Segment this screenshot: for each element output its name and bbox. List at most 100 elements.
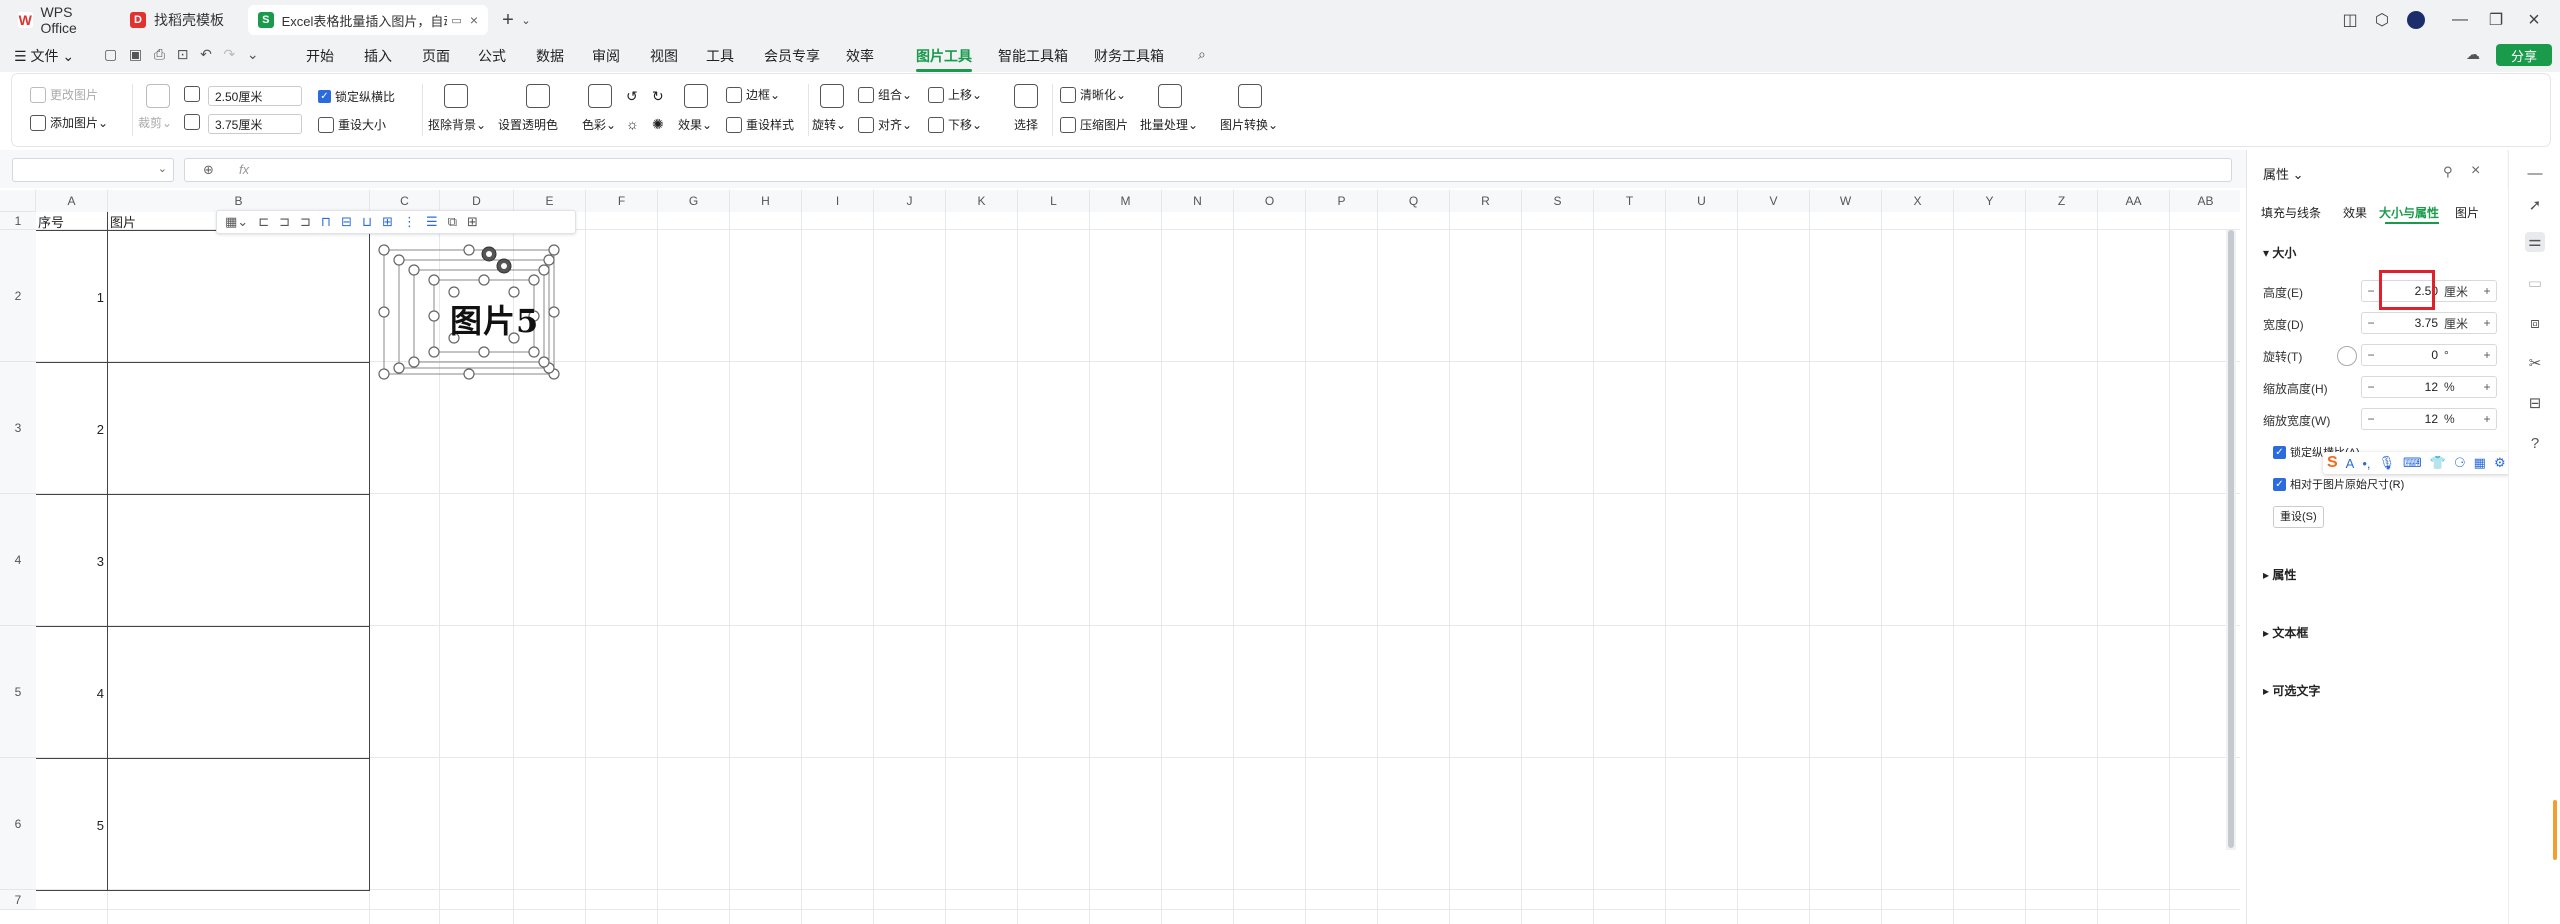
group-button[interactable]: 组合 ⌄ <box>858 86 912 103</box>
cell-a5[interactable]: 4 <box>36 686 104 701</box>
column-header-x[interactable]: X <box>1882 190 1954 212</box>
menu-insert[interactable]: 插入 <box>364 46 392 66</box>
picture-convert-button[interactable]: 图片转换 ⌄ <box>1220 116 1278 133</box>
column-header-y[interactable]: Y <box>1954 190 2026 212</box>
column-header-e[interactable]: E <box>514 190 586 212</box>
tab-fill-line[interactable]: 填充与线条 <box>2261 204 2321 221</box>
select-all-corner[interactable] <box>0 190 36 212</box>
name-box[interactable]: ⌄ <box>12 158 174 182</box>
align-right-icon[interactable]: ⊐ <box>300 214 311 230</box>
sogou-logo-icon[interactable]: S <box>2327 454 2338 472</box>
layout-options-icon[interactable]: ▦⌄ <box>225 214 248 230</box>
tab-picture[interactable]: 图片 <box>2455 204 2479 221</box>
section-properties[interactable]: ▸ 属性 <box>2263 566 2296 583</box>
scale-height-field[interactable]: −12% + <box>2361 376 2497 398</box>
column-header-ab[interactable]: AB <box>2170 190 2240 212</box>
collapse-icon[interactable]: — <box>2525 164 2545 184</box>
rotate-right-icon[interactable]: ↻ <box>652 88 664 105</box>
pin-icon[interactable]: ⚲ <box>2443 164 2453 180</box>
menu-start[interactable]: 开始 <box>306 46 334 66</box>
skin-icon[interactable]: 👕 <box>2430 455 2446 471</box>
settings-icon[interactable]: ⚙ <box>2494 455 2506 471</box>
width-input[interactable]: 3.75厘米 <box>208 114 302 134</box>
tab-size-properties[interactable]: 大小与属性 <box>2379 204 2439 221</box>
close-panel-icon[interactable]: × <box>2471 162 2480 180</box>
preview-icon[interactable]: ⊡ <box>177 46 189 62</box>
help-icon[interactable]: ? <box>2525 434 2545 454</box>
formula-input[interactable]: ⊕ fx <box>184 158 2232 182</box>
column-header-k[interactable]: K <box>946 190 1018 212</box>
column-header-g[interactable]: G <box>658 190 730 212</box>
column-header-s[interactable]: S <box>1522 190 1594 212</box>
distribute-v-icon[interactable]: ⋮ <box>403 214 416 230</box>
search-icon[interactable]: ⌕ <box>1198 46 1206 63</box>
distribute-h-icon[interactable]: ⊞ <box>382 214 393 230</box>
menu-picture-tools[interactable]: 图片工具 <box>916 46 972 72</box>
cell-a3[interactable]: 2 <box>36 422 104 437</box>
game-icon[interactable]: ⚆ <box>2454 455 2466 471</box>
menu-finance-toolbox[interactable]: 财务工具箱 <box>1094 46 1164 66</box>
scroll-thumb[interactable] <box>2228 230 2234 848</box>
split-icon[interactable]: ⊞ <box>467 214 478 230</box>
comment-icon[interactable]: ▭ <box>2525 274 2545 294</box>
column-header-r[interactable]: R <box>1450 190 1522 212</box>
menu-view[interactable]: 视图 <box>650 46 678 66</box>
menu-smart-toolbox[interactable]: 智能工具箱 <box>998 46 1068 66</box>
microphone-icon[interactable]: 🎙 <box>2379 455 2396 471</box>
batch-process-button[interactable]: 批量处理 ⌄ <box>1140 116 1198 133</box>
zoom-icon[interactable]: ⊕ <box>203 162 214 178</box>
column-header-i[interactable]: I <box>802 190 874 212</box>
align-bottom-icon[interactable]: ⊔ <box>362 214 372 230</box>
scale-width-field[interactable]: −12% + <box>2361 408 2497 430</box>
align-center-icon[interactable]: ⊐ <box>279 214 290 230</box>
minimize-icon[interactable]: — <box>2448 8 2472 32</box>
cursor-icon[interactable]: ➚ <box>2525 196 2545 216</box>
cell-a6[interactable]: 5 <box>36 818 104 833</box>
height-input[interactable]: 2.50厘米 <box>208 86 302 106</box>
set-transparent-button[interactable]: 设置透明色 <box>498 116 558 133</box>
vertical-scrollbar[interactable] <box>2226 230 2236 850</box>
close-window-icon[interactable]: × <box>2522 8 2546 32</box>
open-icon[interactable]: ▢ <box>104 46 117 62</box>
column-header-aa[interactable]: AA <box>2098 190 2170 212</box>
chevron-down-icon[interactable]: ⌄ <box>514 8 538 32</box>
compress-picture-button[interactable]: 压缩图片 <box>1060 116 1128 133</box>
align-middle-icon[interactable]: ⊟ <box>341 214 352 230</box>
section-textbox[interactable]: ▸ 文本框 <box>2263 624 2308 641</box>
rotation-field[interactable]: −0 ° + <box>2361 344 2497 366</box>
column-header-l[interactable]: L <box>1018 190 1090 212</box>
row-header-5[interactable]: 5 <box>0 626 36 758</box>
reset-button[interactable]: 重设(S) <box>2273 506 2324 528</box>
align-top-icon[interactable]: ⊓ <box>321 214 331 230</box>
row-header-4[interactable]: 4 <box>0 494 36 626</box>
chevron-down-icon[interactable]: ⌄ <box>247 46 259 62</box>
ime-chinese-icon[interactable]: A <box>2346 456 2355 471</box>
close-tab-icon[interactable]: × <box>470 12 478 28</box>
column-header-j[interactable]: J <box>874 190 946 212</box>
reset-size-button[interactable]: 重设大小 <box>318 116 386 133</box>
book-icon[interactable]: ⊟ <box>2525 394 2545 414</box>
column-header-f[interactable]: F <box>586 190 658 212</box>
lock-ratio-checkbox[interactable]: ✓ 锁定纵横比 <box>318 88 395 105</box>
section-alt-text[interactable]: ▸ 可选文字 <box>2263 682 2320 699</box>
reset-style-button[interactable]: 重设样式 <box>726 116 794 133</box>
menu-page[interactable]: 页面 <box>422 46 450 66</box>
print-icon[interactable]: ⎙ <box>154 46 165 62</box>
row-header-3[interactable]: 3 <box>0 362 36 494</box>
row-header-6[interactable]: 6 <box>0 758 36 890</box>
bring-forward-button[interactable]: 上移 ⌄ <box>928 86 982 103</box>
brightness-down-icon[interactable]: ☼ <box>626 116 639 132</box>
row-header-1[interactable]: 1 <box>0 212 36 230</box>
remove-bg-button[interactable]: 抠除背景 ⌄ <box>428 116 486 133</box>
restore-icon[interactable]: ❐ <box>2484 8 2508 32</box>
row-header-7[interactable]: 7 <box>0 890 36 910</box>
color-button[interactable]: 色彩 ⌄ <box>582 116 616 133</box>
column-header-w[interactable]: W <box>1810 190 1882 212</box>
apps-icon[interactable]: ▦ <box>2474 455 2486 471</box>
file-menu[interactable]: ☰ 文件 ⌄ <box>14 46 74 66</box>
layout-icon[interactable]: ◫ <box>2338 8 2362 32</box>
column-header-d[interactable]: D <box>440 190 514 212</box>
tab-docer[interactable]: D 找稻壳模板 <box>120 5 244 35</box>
cloud-icon[interactable]: ☁ <box>2466 46 2480 63</box>
spreadsheet-grid[interactable]: A B C D E F G H I J K L M N O P Q R S T U V W X Y Z AA AB 1234567 序… <box>0 190 2240 924</box>
